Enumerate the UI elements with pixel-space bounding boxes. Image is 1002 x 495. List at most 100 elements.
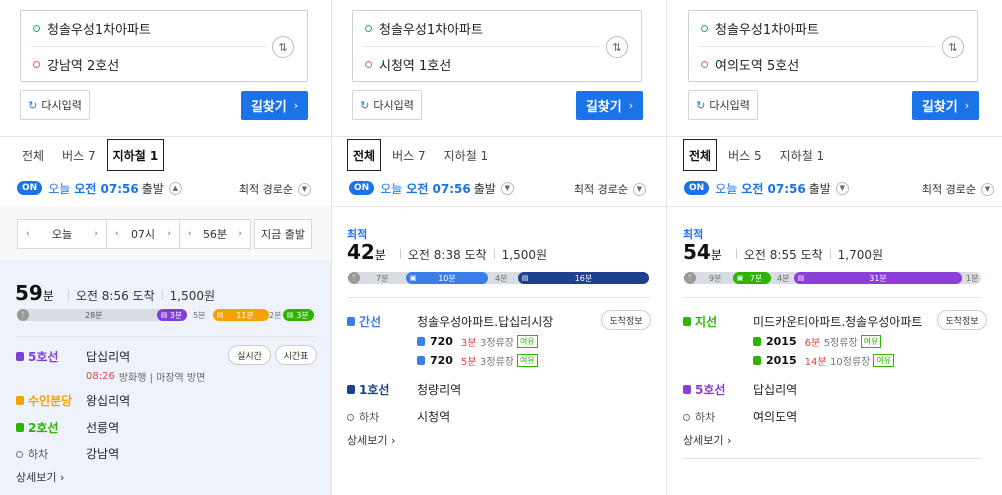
minutes-unit: 분 xyxy=(374,248,386,262)
chevron-right-icon: › xyxy=(167,229,171,239)
subway-icon xyxy=(16,396,24,405)
destination-field[interactable]: 시청역 1호선 xyxy=(353,47,598,82)
depart-now-button[interactable]: 지금 출발 xyxy=(254,219,312,249)
tab-bus[interactable]: 버스 5 xyxy=(721,139,769,171)
segment-duration: 3분 xyxy=(169,310,183,320)
chevron-left-icon: ‹ xyxy=(26,229,30,239)
reset-button[interactable]: ↻ 다시입력 xyxy=(20,90,90,120)
hour-selector[interactable]: ‹ 07시 › xyxy=(106,219,180,249)
tab-bus[interactable]: 버스 7 xyxy=(55,139,103,171)
route-panel-gangnam: 청솔우성1차아파트 강남역 2호선 ⇅ ↻ 다시입력 길찾기 › 전체 버스 7 지… xyxy=(0,0,331,495)
destination-field[interactable]: 강남역 2호선 xyxy=(21,47,266,82)
tab-all[interactable]: 전체 xyxy=(15,139,51,171)
route-timeline: ᛏ 9분 7분 ▣ 4분 31분 ▤ 1분 xyxy=(684,272,981,284)
origin-text: 청솔우성1차아파트 xyxy=(47,23,151,38)
find-route-button[interactable]: 길찾기 › xyxy=(241,91,308,120)
segment-duration: 16분 xyxy=(574,273,593,283)
tab-subway[interactable]: 지하철 1 xyxy=(437,139,496,171)
find-route-button[interactable]: 길찾기 › xyxy=(912,91,979,120)
depart-time: 오전 07:56 xyxy=(74,181,139,196)
bus-icon xyxy=(753,356,761,365)
destination-dot-icon xyxy=(701,61,708,68)
detail-link[interactable]: 상세보기 › xyxy=(347,432,395,448)
departure-time[interactable]: ON 오늘 오전 07:56 출발 ▼ xyxy=(684,180,849,196)
total-minutes: 54 xyxy=(683,240,711,264)
fare: 1,500원 xyxy=(501,248,548,262)
route-input-box: 청솔우성1차아파트 강남역 2호선 ⇅ xyxy=(20,10,308,82)
walk-duration: 5분 xyxy=(193,310,206,320)
minute-selector[interactable]: ‹ 56분 › xyxy=(179,219,251,249)
separator xyxy=(399,249,401,259)
tab-subway[interactable]: 지하철 1 xyxy=(106,139,165,171)
find-label: 길찾기 xyxy=(250,100,287,115)
depart-time: 오전 07:56 xyxy=(406,181,471,196)
on-badge: ON xyxy=(17,181,43,195)
realtime-button[interactable]: 실시간 xyxy=(228,345,271,365)
sort-dropdown[interactable]: 최적 경로순 ▼ xyxy=(574,181,646,197)
bus-stops: 5정류장 xyxy=(823,338,858,349)
departure-time[interactable]: ON 오늘 오전 07:56 출발 ▼ xyxy=(349,180,514,196)
sort-dropdown[interactable]: 최적 경로순 ▼ xyxy=(922,181,994,197)
reset-button[interactable]: ↻ 다시입력 xyxy=(688,90,758,120)
swap-icon[interactable]: ⇅ xyxy=(942,36,964,58)
departure-time[interactable]: ON 오늘 오전 07:56 출발 ▲ xyxy=(17,180,182,196)
tab-bus[interactable]: 버스 7 xyxy=(385,139,433,171)
origin-field[interactable]: 청솔우성1차아파트 xyxy=(21,11,266,46)
arrival-info-button[interactable]: 도착정보 xyxy=(601,310,651,330)
sort-dropdown[interactable]: 최적 경로순 ▼ xyxy=(239,181,311,197)
reset-button[interactable]: ↻ 다시입력 xyxy=(352,90,422,120)
walk-duration: 7분 xyxy=(376,273,389,283)
bus-stops: 3정류장 xyxy=(480,357,514,368)
alight-icon xyxy=(683,413,690,421)
swap-icon[interactable]: ⇅ xyxy=(606,36,628,58)
detail-link[interactable]: 상세보기 › xyxy=(683,432,731,448)
bus-icon xyxy=(417,356,425,365)
train-info: 08:26 방화행 | 마장역 방면 xyxy=(86,369,205,384)
depart-suffix: 출발 xyxy=(141,181,164,196)
divider xyxy=(0,136,331,137)
route-timeline: ᛏ 7분 10분 ▣ 4분 16분 ▤ xyxy=(348,272,649,284)
timetable-button[interactable]: 시간표 xyxy=(275,345,317,365)
line-name: 5호선 xyxy=(695,383,726,397)
tab-subway[interactable]: 지하철 1 xyxy=(773,139,832,171)
origin-field[interactable]: 청솔우성1차아파트 xyxy=(353,11,598,46)
arrival-time: 오전 8:38 도착 xyxy=(407,248,487,262)
chevron-down-icon: ▼ xyxy=(981,182,994,196)
congestion-badge: 여유 xyxy=(873,354,895,367)
fare: 1,700원 xyxy=(837,248,884,262)
station-name: 선릉역 xyxy=(86,421,120,435)
origin-field[interactable]: 청솔우성1차아파트 xyxy=(689,11,934,46)
detail-label: 상세보기 xyxy=(16,471,57,484)
fare: 1,500원 xyxy=(169,289,216,303)
line-name: 수인분당 xyxy=(28,394,73,408)
train-direction: 방화행 | 마장역 방면 xyxy=(118,373,206,384)
arrival-info-button[interactable]: 도착정보 xyxy=(937,310,987,330)
day-selector[interactable]: ‹ 오늘 › xyxy=(17,219,107,249)
tab-all[interactable]: 전체 xyxy=(683,139,718,171)
detail-label: 상세보기 xyxy=(347,434,388,447)
bus-icon xyxy=(683,317,691,326)
find-route-button[interactable]: 길찾기 › xyxy=(576,91,643,120)
route-panel-cityhall: 청솔우성1차아파트 시청역 1호선 ⇅ ↻ 다시입력 길찾기 › 전체 버스 7 지… xyxy=(332,0,666,495)
depart-day: 오늘 xyxy=(380,181,403,196)
swap-icon[interactable]: ⇅ xyxy=(272,36,294,58)
alight-station: 시청역 xyxy=(417,410,451,424)
step-subway: 1호선 xyxy=(347,381,389,398)
origin-dot-icon xyxy=(701,25,708,32)
subway-icon xyxy=(683,385,691,394)
tab-all[interactable]: 전체 xyxy=(347,139,382,171)
destination-field[interactable]: 여의도역 5호선 xyxy=(689,47,934,82)
origin-dot-icon xyxy=(33,25,40,32)
walk-duration: 4분 xyxy=(495,273,508,283)
alight-text: 하차 xyxy=(695,411,716,424)
line-name: 1호선 xyxy=(359,383,390,397)
detail-link[interactable]: 상세보기 › xyxy=(16,469,64,485)
walk-duration: 2분 xyxy=(269,310,282,320)
bus-number: 2015 xyxy=(766,335,797,348)
divider xyxy=(667,206,1002,207)
mode-tabs: 전체 버스 7 지하철 1 xyxy=(347,138,499,172)
bus-stops: 3정류장 xyxy=(480,338,514,349)
bus-eta: 14분 xyxy=(804,357,827,368)
alight-station: 강남역 xyxy=(86,447,120,461)
depart-day: 오늘 xyxy=(715,181,738,196)
